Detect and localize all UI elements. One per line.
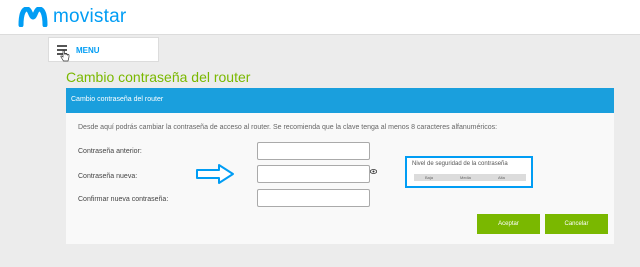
password-change-panel: Cambio contraseña del router Desde aquí … — [66, 88, 614, 244]
panel-header: Cambio contraseña del router — [66, 88, 614, 113]
new-password-input[interactable] — [257, 165, 370, 183]
right-arrow-icon — [196, 164, 234, 184]
confirm-password-input[interactable] — [257, 189, 370, 207]
eye-icon[interactable] — [370, 169, 377, 174]
new-password-label: Contraseña nueva: — [78, 173, 138, 180]
panel-description: Desde aquí podrás cambiar la contraseña … — [78, 124, 498, 131]
password-strength-box: Nivel de seguridad de la contraseña Baja… — [405, 156, 533, 188]
panel-header-title: Cambio contraseña del router — [71, 96, 164, 103]
accept-button[interactable]: Aceptar — [477, 214, 540, 234]
cancel-button[interactable]: Cancelar — [545, 214, 608, 234]
hand-cursor-icon — [60, 50, 70, 62]
menu-label: MENU — [76, 46, 100, 55]
strength-level-high: Alta — [498, 175, 505, 180]
menu-button[interactable]: MENU — [48, 37, 159, 62]
top-bar: movistar — [0, 0, 640, 35]
strength-title: Nivel de seguridad de la contraseña — [412, 161, 508, 167]
old-password-label: Contraseña anterior: — [78, 148, 142, 155]
movistar-logo-icon[interactable] — [18, 7, 48, 27]
strength-level-low: Baja — [425, 175, 434, 180]
strength-meter: Baja Media Alta — [414, 174, 526, 181]
strength-level-medium: Media — [460, 175, 471, 180]
brand-name[interactable]: movistar — [53, 6, 126, 28]
old-password-input[interactable] — [257, 142, 370, 160]
confirm-password-label: Confirmar nueva contraseña: — [78, 196, 169, 203]
page-title: Cambio contraseña del router — [66, 69, 251, 85]
